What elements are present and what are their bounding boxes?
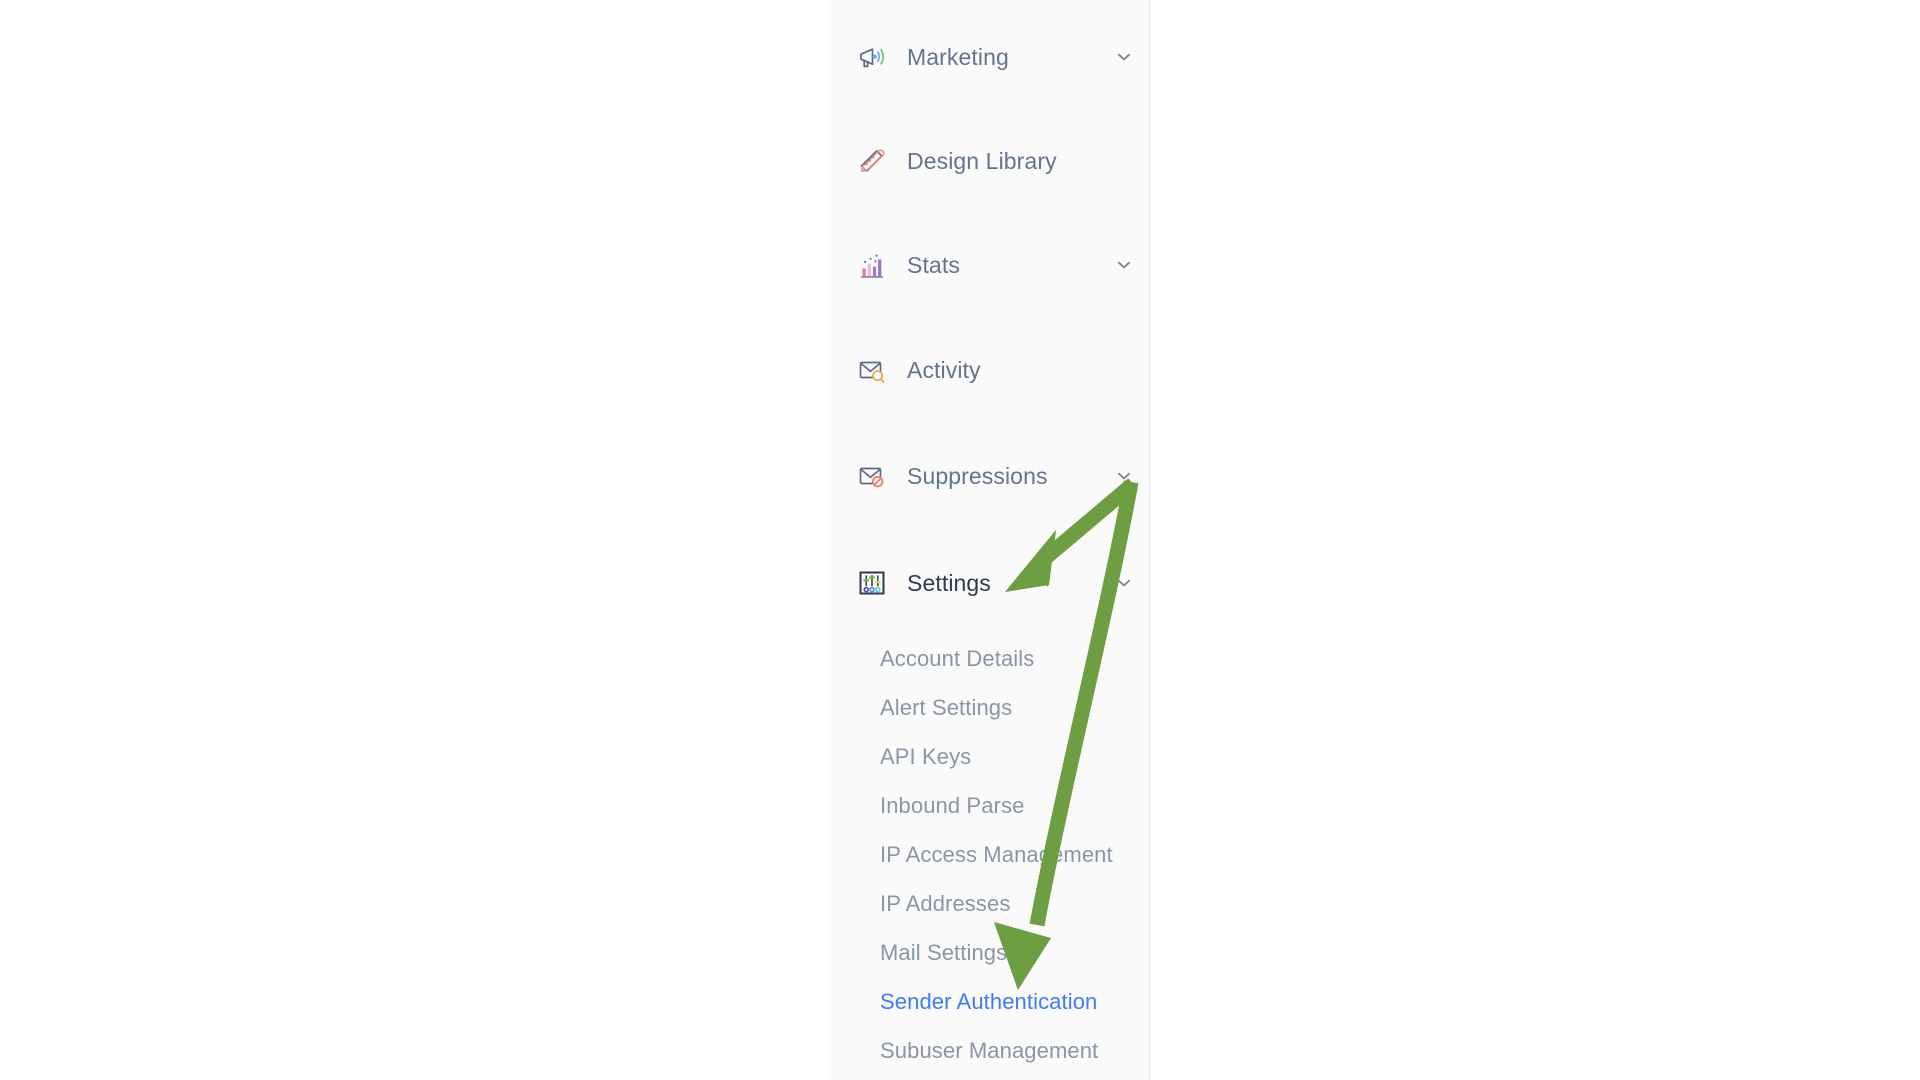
sidebar-subitem-ip-addresses[interactable]: IP Addresses xyxy=(828,879,1149,928)
sidebar-subitem-ip-access-management[interactable]: IP Access Management xyxy=(828,830,1149,879)
sidebar-item-design-library[interactable]: Design Library xyxy=(828,134,1149,188)
envelope-blocked-icon xyxy=(855,459,889,493)
sidebar-item-activity[interactable]: Activity xyxy=(828,343,1149,397)
ruler-pencil-icon xyxy=(855,144,889,178)
megaphone-icon xyxy=(855,40,889,74)
sidebar-subitem-mail-settings[interactable]: Mail Settings xyxy=(828,928,1149,977)
sidebar-item-settings[interactable]: Settings xyxy=(828,556,1149,610)
sidebar-item-label: Marketing xyxy=(907,43,1009,70)
sidebar-subitem-label: Sender Authentication xyxy=(880,988,1098,1014)
sidebar-subitem-inbound-parse[interactable]: Inbound Parse xyxy=(828,781,1149,830)
sidebar-item-label: Suppressions xyxy=(907,462,1048,489)
sidebar-subitem-label: API Keys xyxy=(880,743,972,769)
sidebar-subitem-alert-settings[interactable]: Alert Settings xyxy=(828,683,1149,732)
chevron-down-icon[interactable] xyxy=(1113,254,1135,276)
sidebar-subitem-label: Account Details xyxy=(880,645,1035,671)
sliders-icon xyxy=(855,566,889,600)
sidebar-item-label: Design Library xyxy=(907,147,1057,174)
sidebar-subitem-label: Mail Settings xyxy=(880,939,1008,965)
sidebar-item-marketing[interactable]: Marketing xyxy=(828,30,1149,84)
chevron-down-icon[interactable] xyxy=(1113,465,1135,487)
chevron-down-icon[interactable] xyxy=(1113,572,1135,594)
chevron-down-icon[interactable] xyxy=(1113,46,1135,68)
bar-chart-icon xyxy=(855,248,889,282)
app-screenshot: Marketing Design Library Stats Activity … xyxy=(0,0,1920,1080)
sidebar-item-label: Stats xyxy=(907,251,960,278)
left-navigation-sidebar: Marketing Design Library Stats Activity … xyxy=(828,0,1150,1080)
sidebar-subitem-sender-authentication[interactable]: Sender Authentication xyxy=(828,977,1149,1026)
sidebar-item-suppressions[interactable]: Suppressions xyxy=(828,449,1149,503)
sidebar-item-stats[interactable]: Stats xyxy=(828,238,1149,292)
sidebar-subitem-api-keys[interactable]: API Keys xyxy=(828,732,1149,781)
sidebar-subitem-label: Alert Settings xyxy=(880,694,1013,720)
sidebar-subitem-label: IP Addresses xyxy=(880,890,1011,916)
sidebar-subitem-account-details[interactable]: Account Details xyxy=(828,634,1149,683)
sidebar-subitem-label: Inbound Parse xyxy=(880,792,1025,818)
sidebar-subitem-label: IP Access Management xyxy=(880,841,1113,867)
sidebar-item-label: Settings xyxy=(907,569,991,596)
sidebar-subitem-label: Subuser Management xyxy=(880,1037,1099,1063)
envelope-search-icon xyxy=(855,353,889,387)
sidebar-subitem-subuser-management[interactable]: Subuser Management xyxy=(828,1026,1149,1075)
sidebar-item-label: Activity xyxy=(907,356,981,383)
